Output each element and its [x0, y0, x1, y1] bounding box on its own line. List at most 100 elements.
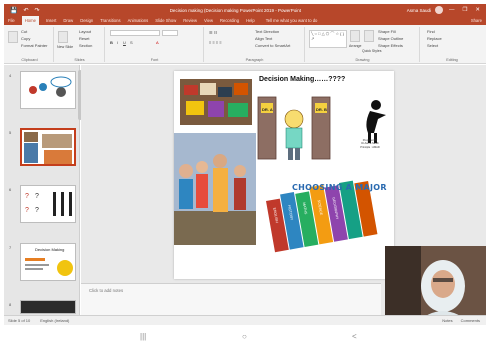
- maximize-icon[interactable]: ❐: [462, 7, 467, 13]
- font-color-icon[interactable]: A: [156, 40, 159, 45]
- arrange-icon[interactable]: [350, 30, 360, 42]
- tab-review[interactable]: Review: [183, 18, 197, 23]
- slide-thumbnail-4[interactable]: [20, 71, 76, 109]
- convert-smartart-button[interactable]: Convert to SmartArt: [255, 43, 290, 48]
- paragraph-label: Paragraph: [245, 58, 264, 62]
- save-icon[interactable]: 💾: [10, 7, 17, 14]
- notes-placeholder[interactable]: Click to add notes: [89, 288, 123, 293]
- slides-group: New Slide Layout Reset Section Slides: [55, 27, 105, 62]
- slides-label: Slides: [74, 58, 85, 62]
- quick-styles-icon[interactable]: [364, 30, 374, 42]
- arrange-button[interactable]: Arrange: [349, 44, 361, 48]
- svg-text:?: ?: [35, 207, 39, 214]
- paste-icon[interactable]: [8, 31, 18, 43]
- svg-text:?: ?: [25, 193, 29, 200]
- current-slide[interactable]: DR. A DR. B ENGLISH HISTORY MATHS SCIENCE GE…: [174, 71, 394, 279]
- notes-pane[interactable]: Click to add notes: [81, 283, 381, 315]
- close-icon[interactable]: ✕: [475, 7, 480, 13]
- format-painter-button[interactable]: Format Painter: [21, 43, 47, 48]
- shapes-gallery[interactable]: ╲ ○ □ △ ⬠ ⌒ ☆ { } ↗: [309, 30, 347, 48]
- slide-thumbnail-6[interactable]: ? ? ? ?: [20, 185, 76, 223]
- tab-file[interactable]: File: [8, 18, 15, 23]
- slide-counter: Slide 5 of 10: [8, 318, 31, 323]
- font-name-select[interactable]: [110, 30, 160, 36]
- thumb-4-art: [29, 76, 72, 97]
- back-icon[interactable]: <: [352, 332, 357, 341]
- thumb-number: 7: [9, 245, 12, 250]
- align-text-button[interactable]: Align Text: [255, 36, 272, 41]
- italic-icon[interactable]: I: [117, 40, 118, 45]
- title-bar: 💾 ↶ ↷ Decision making (Decision making P…: [4, 4, 486, 16]
- slide-thumbnail-5[interactable]: [20, 128, 76, 166]
- font-group: B I U S A Font: [106, 27, 204, 62]
- tab-recording[interactable]: Recording: [220, 18, 239, 23]
- undo-icon[interactable]: ↶: [23, 7, 28, 14]
- font-size-select[interactable]: [162, 30, 178, 36]
- reset-button[interactable]: Reset: [79, 36, 89, 41]
- paragraph-group: ☰ ☷ ≡ ≡ ≡ ≡ Text Direction Align Text Co…: [205, 27, 305, 62]
- slide-artwork: DR. A DR. B ENGLISH HISTORY MATHS SCIENCE GE…: [174, 79, 386, 253]
- shape-effects-button[interactable]: Shape Effects: [378, 43, 403, 48]
- align-icon[interactable]: ≡ ≡ ≡ ≡: [209, 40, 222, 45]
- select-button[interactable]: Select: [427, 43, 438, 48]
- ribbon-tabs: File Home Insert Draw Design Transitions…: [4, 16, 486, 25]
- recent-apps-icon[interactable]: |||: [140, 332, 146, 341]
- door-b-label: DR. B: [316, 107, 327, 112]
- tab-slide-show[interactable]: Slide Show: [155, 18, 176, 23]
- quick-styles-button[interactable]: Quick Styles: [362, 49, 381, 53]
- slide-thumbnail-8[interactable]: [20, 300, 76, 314]
- home-icon[interactable]: ○: [242, 332, 247, 341]
- prepared-line: Principle : AMAD: [360, 145, 380, 149]
- section-button[interactable]: Section: [79, 43, 92, 48]
- editing-group: Find Replace Select Editing: [421, 27, 483, 62]
- tab-view[interactable]: View: [204, 18, 213, 23]
- slide-thumbnail-7[interactable]: Decision Making: [20, 243, 76, 281]
- shape-fill-button[interactable]: Shape Fill: [378, 29, 396, 34]
- tell-me-search[interactable]: Tell me what you want to do: [266, 18, 318, 23]
- avatar[interactable]: [434, 6, 443, 14]
- status-bar: Slide 5 of 10 English (Ireland) Notes Co…: [4, 315, 486, 325]
- drawing-label: Drawing: [355, 58, 370, 62]
- notes-toggle[interactable]: Notes: [442, 318, 452, 323]
- find-button[interactable]: Find: [427, 29, 435, 34]
- redo-icon[interactable]: ↷: [35, 7, 40, 14]
- tab-design[interactable]: Design: [80, 18, 93, 23]
- comments-toggle[interactable]: Comments: [461, 318, 480, 323]
- tab-transitions[interactable]: Transitions: [100, 18, 120, 23]
- webcam-video-feed: [385, 246, 486, 324]
- share-button[interactable]: Share: [471, 18, 482, 23]
- quick-access-toolbar: 💾 ↶ ↷: [4, 7, 64, 14]
- svg-text:?: ?: [25, 207, 29, 214]
- thumb-7-title: Decision Making: [35, 247, 65, 252]
- tab-draw[interactable]: Draw: [63, 18, 73, 23]
- tab-home[interactable]: Home: [21, 16, 39, 25]
- prepared-by-text: Prepared By Dr.Asma Saudi Principle : AM…: [352, 139, 388, 149]
- bold-icon[interactable]: B: [110, 40, 113, 45]
- cut-button[interactable]: Cut: [21, 29, 27, 34]
- language-indicator[interactable]: English (Ireland): [40, 318, 69, 323]
- svg-text:?: ?: [35, 193, 39, 200]
- bullets-icon[interactable]: ☰ ☷: [209, 30, 217, 35]
- copy-button[interactable]: Copy: [21, 36, 30, 41]
- underline-icon[interactable]: U: [123, 40, 126, 45]
- thumb-number: 4: [9, 73, 12, 78]
- new-slide-button[interactable]: New Slide: [57, 45, 73, 49]
- new-slide-icon[interactable]: [58, 31, 68, 43]
- text-direction-button[interactable]: Text Direction: [255, 29, 279, 34]
- slide-thumbnail-pane: 4 5 6 ? ? ? ? 7 Decision Making 8: [4, 65, 80, 315]
- minimize-icon[interactable]: —: [449, 7, 455, 13]
- clipboard-label: Clipboard: [21, 58, 38, 62]
- tab-help[interactable]: Help: [246, 18, 255, 23]
- tab-insert[interactable]: Insert: [46, 18, 56, 23]
- replace-button[interactable]: Replace: [427, 36, 442, 41]
- user-name[interactable]: Asma Saudi: [407, 8, 431, 13]
- window-controls: — ❐ ✕: [449, 7, 486, 13]
- layout-button[interactable]: Layout: [79, 29, 91, 34]
- strikethrough-icon[interactable]: S: [130, 40, 133, 45]
- window-title: Decision making (Decision making PowerPo…: [169, 7, 301, 13]
- tab-animations[interactable]: Animations: [128, 18, 149, 23]
- editing-label: Editing: [446, 58, 458, 62]
- font-label: Font: [150, 58, 159, 62]
- shape-outline-button[interactable]: Shape Outline: [378, 36, 403, 41]
- thumb-6-art: ? ? ? ?: [25, 192, 72, 216]
